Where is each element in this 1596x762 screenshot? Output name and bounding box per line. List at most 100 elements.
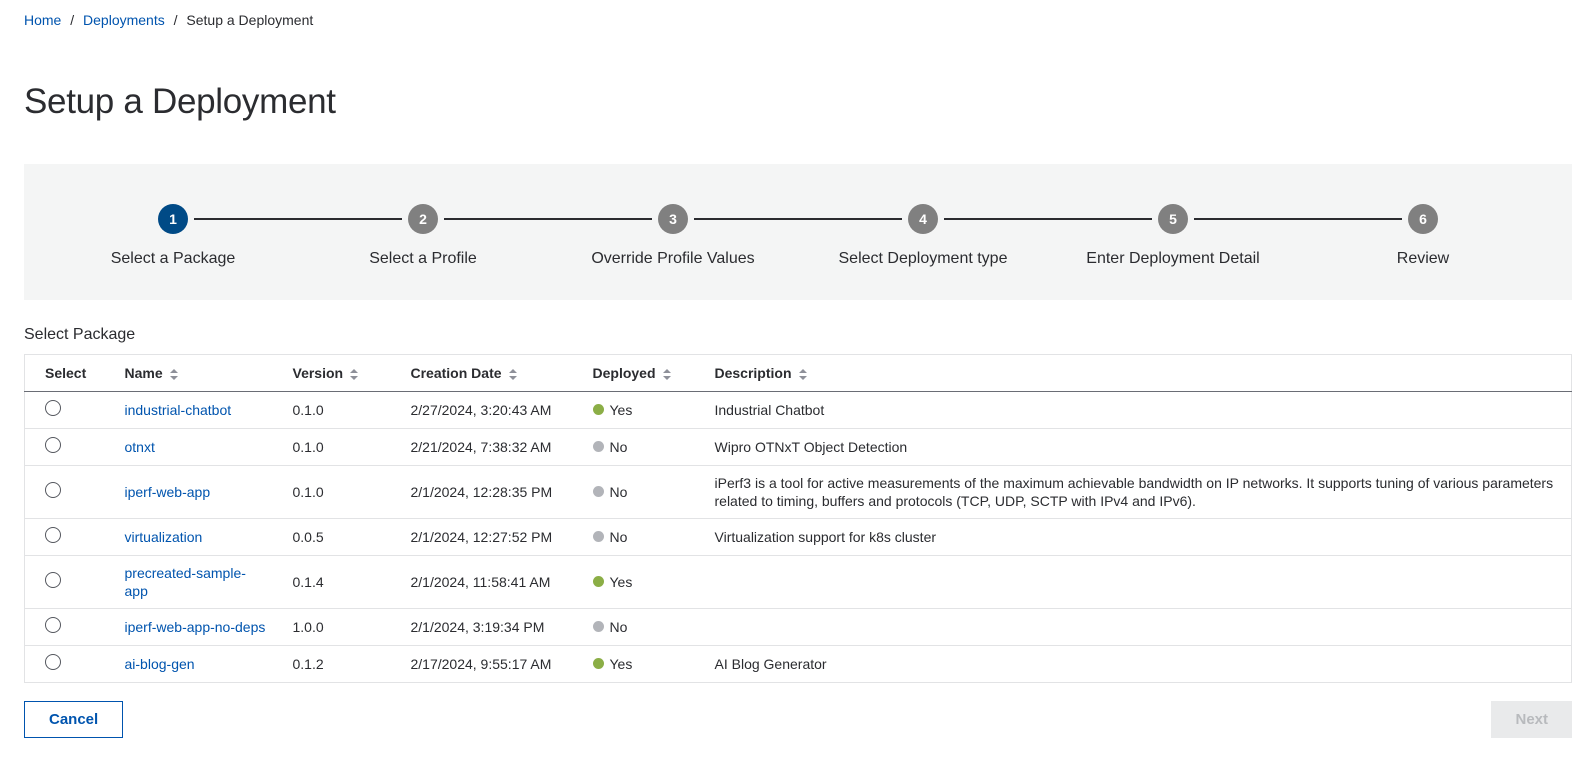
package-name-link[interactable]: ai-blog-gen — [125, 656, 195, 672]
deployed-status: No — [593, 618, 628, 636]
breadcrumb-separator: / — [174, 12, 178, 28]
deployed-status-text: No — [610, 483, 628, 501]
step-label: Override Profile Values — [591, 250, 754, 268]
package-name-link[interactable]: virtualization — [125, 529, 203, 545]
package-select-radio[interactable] — [45, 654, 61, 670]
deployed-status-dot — [593, 658, 604, 669]
deployed-status: Yes — [593, 573, 633, 591]
deployed-status-text: Yes — [610, 401, 633, 419]
package-select-radio[interactable] — [45, 482, 61, 498]
package-table-body: industrial-chatbot 0.1.02/27/2024, 3:20:4… — [25, 392, 1572, 683]
stepper-step-6[interactable]: 6 Review — [1298, 204, 1548, 268]
package-select-radio[interactable] — [45, 437, 61, 453]
package-version: 0.1.2 — [281, 646, 399, 683]
breadcrumb-deployments[interactable]: Deployments — [83, 12, 165, 28]
package-version: 0.1.0 — [281, 429, 399, 466]
column-header-label: Description — [715, 365, 792, 381]
package-table-head: Select Name VersionCreation Date Deployed De… — [25, 355, 1572, 392]
package-creation-date: 2/27/2024, 3:20:43 AM — [399, 392, 581, 429]
deployed-status-text: No — [610, 528, 628, 546]
step-number-circle: 5 — [1158, 204, 1188, 234]
column-header-select: Select — [25, 355, 113, 392]
deployed-status-text: No — [610, 438, 628, 456]
column-header-label: Select — [45, 365, 86, 381]
step-label: Select a Package — [111, 250, 236, 268]
sort-icon[interactable] — [663, 369, 671, 380]
package-select-radio[interactable] — [45, 617, 61, 633]
package-name-link[interactable]: iperf-web-app-no-deps — [125, 619, 266, 635]
breadcrumb: Home / Deployments / Setup a Deployment — [24, 8, 1572, 30]
step-label: Enter Deployment Detail — [1086, 250, 1259, 268]
deployed-status-text: Yes — [610, 573, 633, 591]
step-number-circle: 6 — [1408, 204, 1438, 234]
sort-icon[interactable] — [170, 369, 178, 380]
stepper-step-3[interactable]: 3 Override Profile Values — [548, 204, 798, 268]
column-header-label: Name — [125, 365, 163, 381]
package-name-link[interactable]: iperf-web-app — [125, 484, 211, 500]
column-header-deployed[interactable]: Deployed — [581, 355, 703, 392]
footer-actions: Cancel Next — [24, 701, 1572, 738]
deployed-status: Yes — [593, 401, 633, 419]
deployed-status: No — [593, 438, 628, 456]
package-creation-date: 2/1/2024, 11:58:41 AM — [399, 556, 581, 609]
package-description: Virtualization support for k8s cluster — [703, 519, 1572, 556]
package-description: AI Blog Generator — [703, 646, 1572, 683]
stepper-step-1[interactable]: 1Select a Package — [48, 204, 298, 268]
deployed-status-dot — [593, 441, 604, 452]
deployed-status-dot — [593, 576, 604, 587]
stepper-step-2[interactable]: 2Select a Profile — [298, 204, 548, 268]
package-select-radio[interactable] — [45, 400, 61, 416]
sort-icon[interactable] — [509, 369, 517, 380]
stepper-step-4[interactable]: 4Select Deployment type — [798, 204, 1048, 268]
package-table-head-row: Select Name VersionCreation Date Deployed De… — [25, 355, 1572, 392]
package-creation-date: 2/1/2024, 3:19:34 PM — [399, 609, 581, 646]
package-version: 0.0.5 — [281, 519, 399, 556]
deployed-status-text: No — [610, 618, 628, 636]
package-description: iPerf3 is a tool for active measurements… — [703, 466, 1572, 519]
package-row: precreated-sample-app 0.1.42/1/2024, 11:5… — [25, 556, 1572, 609]
deployed-status-dot — [593, 404, 604, 415]
package-name-link[interactable]: precreated-sample-app — [125, 565, 246, 599]
column-header-version[interactable]: Version — [281, 355, 399, 392]
column-header-creation_date[interactable]: Creation Date — [399, 355, 581, 392]
column-header-label: Deployed — [593, 365, 656, 381]
column-header-name[interactable]: Name — [113, 355, 281, 392]
step-label: Review — [1397, 250, 1449, 268]
package-creation-date: 2/21/2024, 7:38:32 AM — [399, 429, 581, 466]
package-description: Wipro OTNxT Object Detection — [703, 429, 1572, 466]
package-row: otnxt 0.1.02/21/2024, 7:38:32 AM No Wipro O… — [25, 429, 1572, 466]
next-button[interactable]: Next — [1491, 701, 1572, 738]
breadcrumb-current: Setup a Deployment — [186, 12, 313, 28]
package-row: iperf-web-app 0.1.02/1/2024, 12:28:35 PM N… — [25, 466, 1572, 519]
package-version: 0.1.4 — [281, 556, 399, 609]
package-name-link[interactable]: otnxt — [125, 439, 155, 455]
deployed-status: No — [593, 528, 628, 546]
package-select-radio[interactable] — [45, 572, 61, 588]
package-creation-date: 2/1/2024, 12:28:35 PM — [399, 466, 581, 519]
sort-icon[interactable] — [799, 369, 807, 380]
package-table: Select Name VersionCreation Date Deployed De… — [24, 354, 1572, 683]
package-creation-date: 2/1/2024, 12:27:52 PM — [399, 519, 581, 556]
column-header-description[interactable]: Description — [703, 355, 1572, 392]
package-name-link[interactable]: industrial-chatbot — [125, 402, 232, 418]
package-row: virtualization 0.0.52/1/2024, 12:27:52 PM… — [25, 519, 1572, 556]
package-version: 1.0.0 — [281, 609, 399, 646]
package-version: 0.1.0 — [281, 466, 399, 519]
breadcrumb-home[interactable]: Home — [24, 12, 61, 28]
package-description — [703, 609, 1572, 646]
step-number-circle: 2 — [408, 204, 438, 234]
stepper-step-5[interactable]: 5 Enter Deployment Detail — [1048, 204, 1298, 268]
package-row: iperf-web-app-no-deps 1.0.02/1/2024, 3:19… — [25, 609, 1572, 646]
step-number-circle: 3 — [658, 204, 688, 234]
package-row: industrial-chatbot0.1.02/27/2024, 3:20:4… — [25, 392, 1572, 429]
package-select-radio[interactable] — [45, 527, 61, 543]
stepper: 1Select a Package2Select a Profile 3 Overr… — [24, 164, 1572, 300]
step-number-circle: 4 — [908, 204, 938, 234]
table-caption: Select Package — [24, 326, 1572, 344]
deployed-status-dot — [593, 531, 604, 542]
cancel-button[interactable]: Cancel — [24, 701, 123, 738]
package-row: ai-blog-gen0.1.22/17/2024, 9:55:17 AMYes… — [25, 646, 1572, 683]
deployed-status: Yes — [593, 655, 633, 673]
sort-icon[interactable] — [350, 369, 358, 380]
page-title: Setup a Deployment — [24, 82, 1572, 122]
